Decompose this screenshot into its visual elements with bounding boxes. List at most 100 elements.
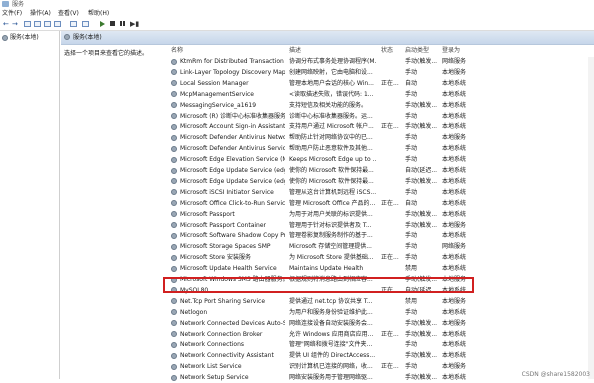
service-log-on-as: 本地服务 bbox=[442, 68, 467, 76]
service-row[interactable]: Microsoft Office Click-to-Run Service 管理 … bbox=[169, 199, 594, 209]
gear-icon bbox=[171, 145, 177, 152]
service-startup-type: 手动(触发... bbox=[405, 221, 438, 229]
gear-icon bbox=[171, 352, 177, 359]
service-name-text: Local Session Manager bbox=[180, 79, 249, 87]
gear-icon bbox=[171, 331, 177, 337]
service-row[interactable]: Microsoft Edge Update Service (edg... 使你的… bbox=[169, 166, 594, 176]
service-startup-type: 手动 bbox=[405, 156, 418, 164]
column-header-description[interactable]: 描述 bbox=[289, 45, 301, 57]
service-row[interactable]: Microsoft Passport 为用于对用户关联的标识提供... 手动(触发.… bbox=[169, 210, 594, 220]
service-log-on-as: 本地服务 bbox=[442, 134, 467, 142]
service-row[interactable]: Microsoft Passport Container 管理用于针对标识提供者及… bbox=[169, 221, 594, 231]
service-row[interactable]: MessagingService_a1619 支持短信及相关功能的服务。 手动(触发… bbox=[169, 101, 594, 111]
service-startup-type: 手动 bbox=[405, 254, 418, 262]
export-list-icon[interactable] bbox=[54, 21, 61, 27]
service-log-on-as: 本地系统 bbox=[442, 254, 467, 262]
service-startup-type: 手动(触发... bbox=[405, 58, 438, 65]
menu-action[interactable]: 操作(A) bbox=[30, 9, 51, 18]
show-hide-tree-icon[interactable] bbox=[24, 21, 31, 27]
watermark: CSDN @share1582003 bbox=[521, 371, 590, 378]
service-row[interactable]: Network Connections 管理"网络和拨号连接"文件夹... 手动 本地… bbox=[169, 340, 594, 350]
service-row[interactable]: Network Connected Devices Auto-S... 网络连接设… bbox=[169, 319, 594, 329]
service-name: Network Connectivity Assistant bbox=[171, 351, 285, 361]
service-description: 管理从这台计算机到远程 iSCS... bbox=[289, 188, 377, 196]
service-row[interactable]: Netlogon 为用户和服务身份验证维护此... 手动 本地系统 bbox=[169, 308, 594, 318]
restart-service-icon[interactable]: ▶▮ bbox=[130, 21, 139, 28]
service-status: 正在... bbox=[381, 254, 399, 262]
service-row[interactable]: Local Session Manager 管理本地用户会话的核心 Win... 正… bbox=[169, 79, 594, 89]
gear-icon bbox=[171, 232, 177, 239]
service-row[interactable]: Net.Tcp Port Sharing Service 提供通过 net.tcp… bbox=[169, 297, 594, 307]
service-name-text: Microsoft Store 安装服务 bbox=[180, 254, 251, 262]
service-row[interactable]: Microsoft Store 安装服务 为 Microsoft Store 提供… bbox=[169, 253, 594, 263]
tree-item-services-local[interactable]: 服务(本地) bbox=[2, 34, 39, 42]
service-name: Local Session Manager bbox=[171, 79, 285, 89]
service-row[interactable]: Microsoft (R) 诊断中心标准收集器服务 诊断中心标准收集器服务。运..… bbox=[169, 112, 594, 122]
properties-icon[interactable] bbox=[34, 21, 41, 27]
menu-view[interactable]: 查看(V) bbox=[58, 9, 79, 18]
service-row[interactable]: Microsoft Storage Spaces SMP Microsoft 存储… bbox=[169, 242, 594, 252]
help-icon[interactable] bbox=[70, 21, 77, 27]
service-log-on-as: 网络服务 bbox=[442, 58, 467, 65]
service-name-text: Network Setup Service bbox=[180, 374, 249, 382]
gear-icon bbox=[171, 102, 177, 109]
service-row[interactable]: Network Connection Broker 允许 Windows 应用商店… bbox=[169, 330, 594, 340]
service-log-on-as: 本地系统 bbox=[442, 145, 467, 153]
menu-help[interactable]: 帮助(H) bbox=[88, 9, 109, 18]
service-description: 网络安装服务用于管理网络驱... bbox=[289, 374, 373, 382]
forward-arrow-icon[interactable]: → bbox=[12, 21, 19, 28]
menu-file[interactable]: 文件(F) bbox=[2, 9, 22, 18]
pause-service-icon[interactable] bbox=[120, 21, 125, 26]
column-header-log-on-as[interactable]: 登录为 bbox=[442, 45, 460, 57]
stop-service-icon[interactable] bbox=[110, 21, 115, 26]
gear-icon bbox=[171, 113, 177, 119]
service-log-on-as: 本地系统 bbox=[442, 232, 467, 240]
service-description: Maintains Update Health bbox=[289, 265, 364, 273]
service-name-text: Network Connection Broker bbox=[180, 330, 263, 338]
service-startup-type: 手动 bbox=[405, 308, 418, 316]
service-row[interactable]: Microsoft Edge Update Service (edg... 使你的… bbox=[169, 177, 594, 187]
service-log-on-as: 本地系统 bbox=[442, 101, 467, 109]
column-header-name[interactable]: 名称 bbox=[171, 45, 183, 57]
service-row[interactable]: McpManagementService <读取描述失败，错误代码: 1... 手动… bbox=[169, 90, 594, 100]
service-name-text: Microsoft (R) 诊断中心标准收集器服务 bbox=[180, 112, 285, 120]
gear-icon bbox=[171, 123, 177, 130]
column-header-startup-type[interactable]: 启动类型 bbox=[405, 45, 429, 57]
gear-icon bbox=[171, 222, 177, 228]
service-startup-type: 手动 bbox=[405, 90, 418, 98]
service-row[interactable]: Microsoft iSCSI Initiator Service 管理从这台计算… bbox=[169, 188, 594, 198]
description-prompt: 选择一个项目来查看它的描述。 bbox=[64, 50, 149, 57]
service-row[interactable]: Microsoft Update Health Service Maintains… bbox=[169, 264, 594, 274]
service-description: 管理用于针对标识提供者及 T... bbox=[289, 221, 372, 229]
service-row[interactable]: KtmRm for Distributed Transaction C... 协调… bbox=[169, 57, 594, 67]
service-log-on-as: 本地系统 bbox=[442, 188, 467, 196]
service-description: Microsoft 存储空间管理提供... bbox=[289, 243, 372, 251]
refresh-icon[interactable] bbox=[44, 21, 51, 27]
service-row[interactable]: Microsoft Account Sign-in Assistant 支持用户通… bbox=[169, 122, 594, 132]
column-header-status[interactable]: 状态 bbox=[381, 45, 393, 57]
console-tree-icon[interactable] bbox=[82, 21, 89, 27]
mysql80-highlight-box bbox=[163, 277, 474, 293]
service-log-on-as: 本地系统 bbox=[442, 210, 467, 218]
gear-icon bbox=[171, 134, 177, 141]
service-row[interactable]: Network Connectivity Assistant 提供 UI 组件的 … bbox=[169, 351, 594, 361]
service-startup-type: 手动 bbox=[405, 188, 418, 196]
back-arrow-icon[interactable]: ← bbox=[3, 21, 10, 28]
service-log-on-as: 本地系统 bbox=[442, 177, 467, 185]
service-row[interactable]: Microsoft Defender Antivirus Service 帮助用户… bbox=[169, 144, 594, 154]
service-row[interactable]: Microsoft Software Shadow Copy Pro... 管理卷… bbox=[169, 231, 594, 241]
service-startup-type: 手动 bbox=[405, 341, 418, 349]
service-name-text: Netlogon bbox=[180, 308, 208, 316]
service-name-text: Microsoft Update Health Service bbox=[180, 265, 277, 273]
tree-item-label: 服务(本地) bbox=[10, 34, 39, 41]
service-startup-type: 禁用 bbox=[405, 265, 418, 273]
start-service-icon[interactable] bbox=[100, 21, 105, 27]
gear-icon bbox=[171, 374, 177, 381]
gear-icon bbox=[171, 91, 177, 98]
vertical-scrollbar[interactable] bbox=[588, 57, 594, 379]
service-row[interactable]: Microsoft Defender Antivirus Networ... 帮助… bbox=[169, 133, 594, 143]
services-panel-header: 服务(本地) bbox=[61, 31, 594, 45]
service-startup-type: 手动 bbox=[405, 363, 418, 371]
service-row[interactable]: Link-Layer Topology Discovery Mapp... 创建网… bbox=[169, 68, 594, 78]
service-row[interactable]: Microsoft Edge Elevation Service (M... Ke… bbox=[169, 155, 594, 165]
